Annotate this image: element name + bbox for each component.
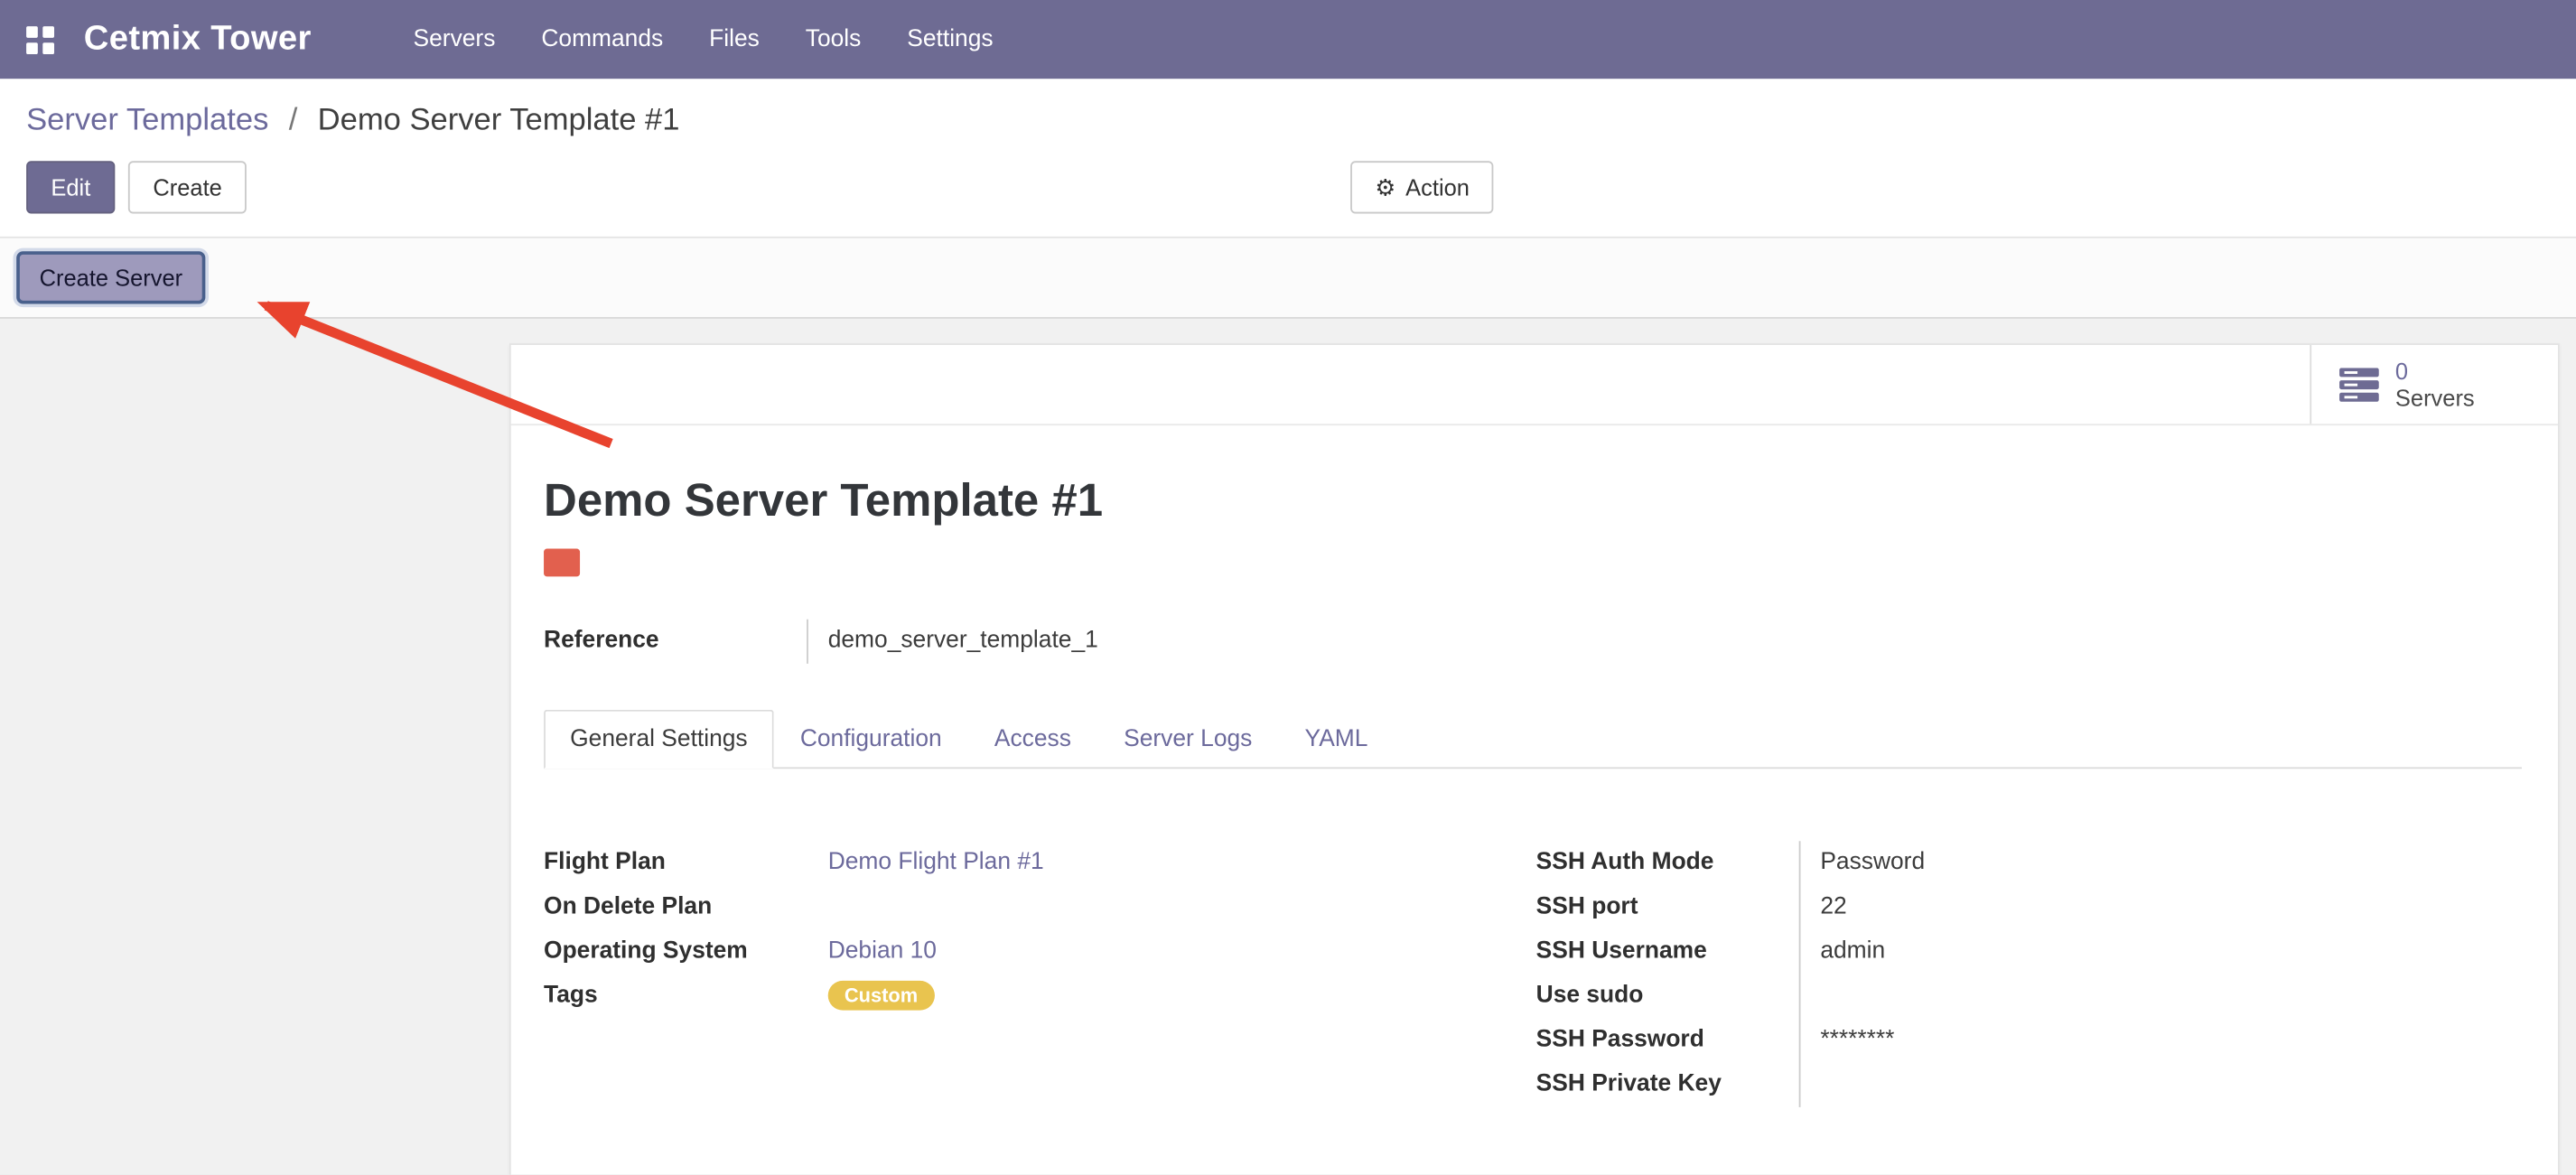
- flight-plan-value[interactable]: Demo Flight Plan #1: [828, 849, 1044, 875]
- ssh-auth-mode-label: SSH Auth Mode: [1536, 841, 1799, 885]
- color-swatch[interactable]: [544, 549, 580, 577]
- menu-item-settings[interactable]: Settings: [884, 0, 1016, 79]
- on-delete-plan-value: [828, 885, 1536, 929]
- use-sudo-value: [1820, 975, 1925, 1019]
- field-group-right: SSH Auth Mode SSH port SSH Username Use …: [1536, 841, 1925, 1107]
- apps-grid-dot: [26, 25, 38, 37]
- apps-grid-dot: [42, 42, 54, 53]
- ssh-password-label: SSH Password: [1536, 1019, 1799, 1063]
- on-delete-plan-label: On Delete Plan: [544, 885, 826, 929]
- operating-system-label: Operating System: [544, 929, 826, 974]
- menu-item-tools[interactable]: Tools: [782, 0, 884, 79]
- servers-stat-label: Servers: [2395, 385, 2475, 411]
- ssh-username-value: admin: [1820, 929, 1925, 974]
- notebook-tabs: General Settings Configuration Access Se…: [544, 710, 2522, 769]
- apps-grid-icon[interactable]: [26, 25, 54, 53]
- servers-stat-value: 0: [2395, 359, 2475, 385]
- tab-configuration[interactable]: Configuration: [774, 710, 968, 769]
- sheet-body: Demo Server Template #1 Reference demo_s…: [511, 476, 2558, 1106]
- left-values: Demo Flight Plan #1 Debian 10 Custom: [826, 841, 1536, 1107]
- tab-server-logs[interactable]: Server Logs: [1097, 710, 1278, 769]
- control-panel-center: ⚙ Action: [1350, 161, 1494, 213]
- apps-grid-dot: [42, 25, 54, 37]
- record-title: Demo Server Template #1: [544, 476, 2522, 526]
- right-labels: SSH Auth Mode SSH port SSH Username Use …: [1536, 841, 1799, 1107]
- left-labels: Flight Plan On Delete Plan Operating Sys…: [544, 841, 826, 1107]
- breadcrumb-parent-link[interactable]: Server Templates: [26, 104, 268, 138]
- servers-stat-button[interactable]: 0 Servers: [2310, 345, 2558, 424]
- sheet-button-box: 0 Servers: [511, 345, 2558, 425]
- form-statusbar: Create Server: [0, 237, 2576, 319]
- field-group-left: Flight Plan On Delete Plan Operating Sys…: [544, 841, 1536, 1107]
- tab-general-settings[interactable]: General Settings: [544, 710, 774, 769]
- menu-item-files[interactable]: Files: [686, 0, 783, 79]
- reference-value: demo_server_template_1: [807, 620, 1098, 664]
- ssh-port-label: SSH port: [1536, 885, 1799, 929]
- control-panel: Server Templates / Demo Server Template …: [0, 79, 2576, 237]
- ssh-username-label: SSH Username: [1536, 929, 1799, 974]
- main-menu: Servers Commands Files Tools Settings: [390, 0, 1016, 79]
- reference-label: Reference: [544, 620, 807, 664]
- control-panel-left-buttons: Edit Create: [26, 161, 2550, 213]
- app-viewport: Cetmix Tower Servers Commands Files Tool…: [0, 0, 2576, 1174]
- content-area: 0 Servers Demo Server Template #1 Refere…: [0, 319, 2576, 1175]
- field-groups: Flight Plan On Delete Plan Operating Sys…: [544, 841, 2522, 1107]
- menu-item-servers[interactable]: Servers: [390, 0, 518, 79]
- operating-system-value[interactable]: Debian 10: [828, 938, 937, 965]
- flight-plan-label: Flight Plan: [544, 841, 826, 885]
- edit-button[interactable]: Edit: [26, 161, 115, 213]
- tag-badge-custom: Custom: [828, 981, 935, 1011]
- tags-label: Tags: [544, 975, 826, 1019]
- gear-icon: ⚙: [1375, 176, 1395, 199]
- server-stack-icon: [2338, 368, 2380, 402]
- breadcrumb-separator: /: [289, 104, 298, 138]
- ssh-private-key-value: [1820, 1063, 1925, 1107]
- use-sudo-label: Use sudo: [1536, 975, 1799, 1019]
- breadcrumb: Server Templates / Demo Server Template …: [0, 79, 2576, 154]
- breadcrumb-current: Demo Server Template #1: [318, 104, 680, 138]
- brand-title[interactable]: Cetmix Tower: [84, 20, 312, 60]
- ssh-port-value: 22: [1820, 885, 1925, 929]
- action-button[interactable]: ⚙ Action: [1350, 161, 1494, 213]
- tab-yaml[interactable]: YAML: [1278, 710, 1394, 769]
- create-server-button[interactable]: Create Server: [16, 251, 205, 303]
- control-panel-buttons: Edit Create ⚙ Action: [0, 154, 2576, 237]
- right-values: Password 22 admin ********: [1799, 841, 1925, 1107]
- apps-grid-dot: [26, 42, 38, 53]
- tab-access[interactable]: Access: [968, 710, 1097, 769]
- servers-stat-text: 0 Servers: [2395, 359, 2475, 411]
- ssh-private-key-label: SSH Private Key: [1536, 1063, 1799, 1107]
- top-navbar: Cetmix Tower Servers Commands Files Tool…: [0, 0, 2576, 79]
- ssh-password-value: ********: [1820, 1019, 1925, 1063]
- create-button[interactable]: Create: [128, 161, 247, 213]
- menu-item-commands[interactable]: Commands: [518, 0, 686, 79]
- action-button-label: Action: [1405, 176, 1470, 199]
- reference-field-row: Reference demo_server_template_1: [544, 620, 2522, 664]
- ssh-auth-mode-value: Password: [1820, 841, 1925, 885]
- form-sheet: 0 Servers Demo Server Template #1 Refere…: [509, 343, 2560, 1174]
